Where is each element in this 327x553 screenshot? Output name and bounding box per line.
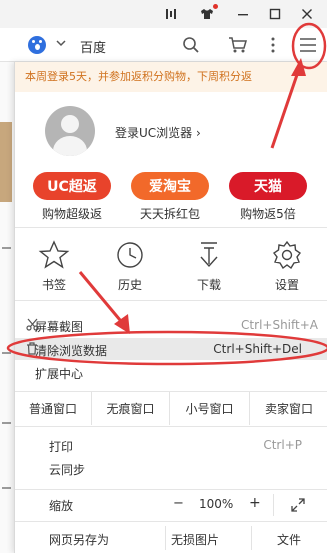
menu-item-cloud-sync[interactable]: 云同步 xyxy=(15,457,327,479)
zoom-in-button[interactable]: + xyxy=(249,495,261,511)
minimize-button[interactable] xyxy=(232,4,254,24)
menu-item-clear-browsing-data[interactable]: 清除浏览数据 Ctrl+Shift+Del xyxy=(15,338,327,360)
save-row: 网页另存为 无损图片 文件 xyxy=(15,524,327,553)
promo-uc-badge[interactable]: UC超返 xyxy=(33,172,111,200)
browser-main-menu: 本周登录5天，并参加返积分购物，下周积分返 登录UC浏览器 › UC超返 购物超… xyxy=(14,62,327,553)
incognito-window-button[interactable]: 无痕窗口 xyxy=(92,392,170,425)
close-button[interactable] xyxy=(296,4,318,24)
title-bar xyxy=(0,0,327,28)
zoom-value: 100% xyxy=(199,497,234,511)
notification-dot xyxy=(213,4,218,9)
baidu-paw-icon[interactable] xyxy=(28,36,46,54)
more-dots-icon[interactable] xyxy=(270,36,276,54)
chevron-down-icon[interactable] xyxy=(56,39,66,47)
download-icon[interactable] xyxy=(184,240,234,270)
bookmarks-label[interactable]: 书签 xyxy=(29,276,79,293)
print-label: 打印 xyxy=(49,440,74,454)
menu-item-screenshot[interactable]: 屏幕截图 Ctrl+Shift+A xyxy=(15,314,327,336)
promo-uc-caption[interactable]: 购物超级返 xyxy=(27,205,117,222)
save-page-as-label[interactable]: 网页另存为 xyxy=(49,531,109,548)
toolbar: 百度 xyxy=(0,28,327,62)
download-label[interactable]: 下载 xyxy=(184,276,234,293)
screenshot-label: 屏幕截图 xyxy=(35,320,84,334)
zoom-out-button[interactable]: − xyxy=(173,496,184,511)
promo-taobao-badge[interactable]: 爱淘宝 xyxy=(131,172,209,200)
clear-data-shortcut: Ctrl+Shift+Del xyxy=(213,342,302,356)
menu-item-print[interactable]: 打印 Ctrl+P xyxy=(15,434,327,456)
search-icon[interactable] xyxy=(182,36,200,54)
notice-text: 本周登录5天，并参加返积分购物，下周积分返 xyxy=(25,70,252,83)
vertical-bars-icon[interactable] xyxy=(160,4,182,24)
hamburger-menu-icon[interactable] xyxy=(299,37,317,53)
promo-tmall-badge[interactable]: 天猫 xyxy=(229,172,307,200)
history-label[interactable]: 历史 xyxy=(105,276,155,293)
lossless-image-button[interactable]: 无损图片 xyxy=(171,531,219,548)
file-button[interactable]: 文件 xyxy=(277,531,301,548)
window-buttons: 普通窗口 无痕窗口 小号窗口 卖家窗口 xyxy=(15,392,327,425)
page-background xyxy=(0,62,14,553)
zoom-label: 缩放 xyxy=(49,499,74,513)
login-link[interactable]: 登录UC浏览器 › xyxy=(115,124,201,141)
zoom-row: 缩放 − 100% + xyxy=(15,490,327,520)
cloud-sync-label: 云同步 xyxy=(49,463,86,477)
menu-item-extensions[interactable]: 扩展中心 xyxy=(15,361,327,383)
extensions-label: 扩展中心 xyxy=(35,367,84,381)
points-notice[interactable]: 本周登录5天，并参加返积分购物，下周积分返 xyxy=(15,62,327,92)
fullscreen-icon[interactable] xyxy=(291,498,305,512)
cart-icon[interactable] xyxy=(228,36,248,54)
settings-label[interactable]: 设置 xyxy=(262,276,312,293)
print-shortcut: Ctrl+P xyxy=(263,438,302,452)
clear-data-label: 清除浏览数据 xyxy=(35,344,108,358)
star-icon[interactable] xyxy=(29,240,79,270)
gear-icon[interactable] xyxy=(262,240,312,270)
promo-taobao-caption[interactable]: 天天拆红包 xyxy=(125,205,215,222)
promo-tmall-caption[interactable]: 购物返5倍 xyxy=(223,205,313,222)
search-engine-label[interactable]: 百度 xyxy=(80,37,106,56)
seller-window-button[interactable]: 卖家窗口 xyxy=(250,392,327,425)
normal-window-button[interactable]: 普通窗口 xyxy=(15,392,92,425)
maximize-button[interactable] xyxy=(264,4,286,24)
clock-icon[interactable] xyxy=(105,240,155,270)
avatar[interactable] xyxy=(45,106,95,156)
alt-account-window-button[interactable]: 小号窗口 xyxy=(170,392,250,425)
screenshot-shortcut: Ctrl+Shift+A xyxy=(241,318,318,332)
page-image xyxy=(0,122,12,202)
